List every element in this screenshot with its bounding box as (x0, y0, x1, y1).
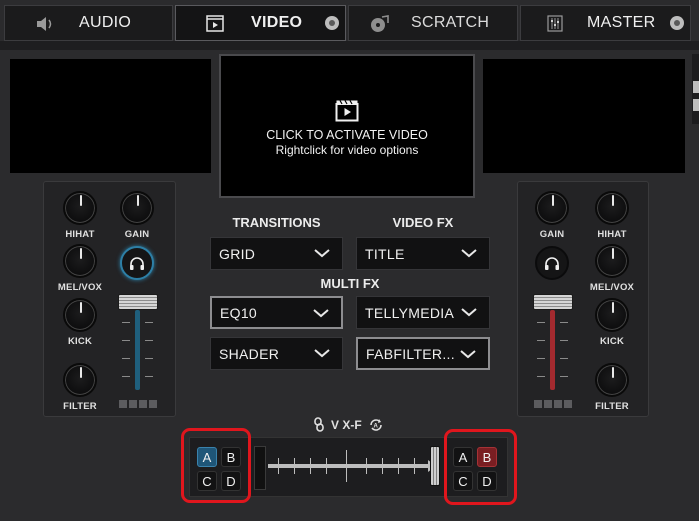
right-deck-c-button[interactable]: C (453, 471, 473, 491)
left-video-preview[interactable] (10, 59, 211, 173)
right-deck-d-button[interactable]: D (477, 471, 497, 491)
right-gain-label: GAIN (539, 229, 565, 240)
right-gain-knob[interactable] (535, 191, 569, 225)
left-gain-knob[interactable] (120, 191, 154, 225)
left-filter-label: FILTER (63, 401, 97, 412)
tab-scratch[interactable]: SCRATCH (348, 5, 518, 41)
right-deck-a-button[interactable]: A (453, 447, 473, 467)
multi-fx-left-2-dropdown[interactable]: SHADER (210, 337, 343, 370)
crossfader-handle[interactable] (430, 446, 440, 486)
left-vu-led (139, 400, 147, 408)
left-vu-led (129, 400, 137, 408)
headphones-icon (545, 256, 559, 270)
right-vu-led (544, 400, 552, 408)
tab-audio[interactable]: AUDIO (4, 5, 173, 41)
right-filter-label: FILTER (595, 401, 629, 412)
side-panel-button[interactable] (693, 81, 699, 93)
right-melvox-label: MEL/VOX (589, 282, 635, 293)
right-channel-strip: GAIN HIHAT MEL/VOX KICK FILTER (517, 181, 649, 417)
right-video-preview[interactable] (483, 59, 685, 173)
multi-fx-left-2-value: SHADER (219, 345, 280, 362)
video-fx-label: VIDEO FX (392, 215, 454, 230)
right-hihat-knob[interactable] (595, 191, 629, 225)
left-deck-d-button[interactable]: D (221, 471, 241, 491)
master-tab-indicator-icon[interactable] (670, 16, 684, 30)
right-volume-fader-handle[interactable] (533, 294, 573, 310)
multi-fx-left-1-dropdown[interactable]: EQ10 (210, 296, 343, 329)
right-headphone-cue-button[interactable] (535, 246, 569, 280)
left-vu-led (119, 400, 127, 408)
film-play-icon (335, 100, 359, 122)
headphones-icon (130, 256, 144, 270)
multi-fx-label: MULTI FX (320, 276, 380, 291)
left-deck-a-button[interactable]: A (197, 447, 217, 467)
film-play-icon (206, 15, 224, 32)
link-icon[interactable] (313, 417, 325, 432)
tab-master[interactable]: MASTER (520, 5, 691, 41)
transition-dropdown[interactable]: GRID (210, 237, 343, 270)
transitions-label: TRANSITIONS (232, 215, 321, 230)
right-deck-b-button[interactable]: B (477, 447, 497, 467)
left-kick-label: KICK (67, 336, 93, 347)
activate-video-text[interactable]: CLICK TO ACTIVATE VIDEO (220, 128, 474, 142)
speaker-icon (37, 17, 52, 31)
tab-audio-label: AUDIO (79, 14, 132, 31)
video-tab-indicator-icon[interactable] (325, 16, 339, 30)
left-gain-label: GAIN (124, 229, 150, 240)
multi-fx-right-2-value: FABFILTER... (366, 345, 455, 362)
transition-dropdown-value: GRID (219, 245, 256, 262)
left-volume-fader-handle[interactable] (118, 294, 158, 310)
right-volume-fader-track[interactable] (550, 310, 555, 390)
left-volume-fader-track[interactable] (135, 310, 140, 390)
right-kick-knob[interactable] (595, 298, 629, 332)
tab-scratch-label: SCRATCH (411, 14, 490, 31)
left-headphone-cue-button[interactable] (120, 246, 154, 280)
multi-fx-right-1-dropdown[interactable]: TELLYMEDIA (356, 296, 490, 329)
svg-text:A: A (374, 424, 379, 430)
left-deck-c-button[interactable]: C (197, 471, 217, 491)
left-kick-knob[interactable] (63, 298, 97, 332)
left-channel-strip: HIHAT GAIN MEL/VOX KICK FILTER (43, 181, 176, 417)
right-filter-knob[interactable] (595, 363, 629, 397)
left-deck-b-button[interactable]: B (221, 447, 241, 467)
tab-master-label: MASTER (587, 14, 656, 31)
crossfader-track[interactable] (268, 464, 432, 468)
left-hihat-knob[interactable] (63, 191, 97, 225)
tab-divider (0, 41, 699, 50)
video-options-hint: Rightclick for video options (275, 143, 419, 157)
right-hihat-label: HIHAT (597, 229, 627, 240)
chevron-down-icon (461, 308, 477, 317)
multi-fx-right-1-value: TELLYMEDIA (365, 304, 455, 321)
crossfader-left-end-cap (254, 446, 266, 490)
turntable-icon (371, 15, 389, 32)
main-video-preview[interactable] (219, 54, 475, 198)
left-melvox-knob[interactable] (63, 244, 97, 278)
mixer-icon (547, 15, 563, 32)
right-melvox-knob[interactable] (595, 244, 629, 278)
tab-video[interactable]: VIDEO (175, 5, 346, 41)
chevron-down-icon (314, 349, 330, 358)
left-filter-knob[interactable] (63, 363, 97, 397)
tab-video-label: VIDEO (251, 14, 303, 31)
video-fx-dropdown[interactable]: TITLE (356, 237, 490, 270)
right-vu-led (554, 400, 562, 408)
auto-crossfade-icon[interactable]: A (368, 417, 384, 433)
right-vu-led (534, 400, 542, 408)
side-panel-button[interactable] (693, 99, 699, 111)
chevron-down-icon (314, 249, 330, 258)
crossfader-label: V X-F (331, 418, 362, 432)
chevron-down-icon (460, 350, 476, 359)
left-vu-led (149, 400, 157, 408)
left-melvox-label: MEL/VOX (57, 282, 103, 293)
multi-fx-right-2-dropdown[interactable]: FABFILTER... (356, 337, 490, 370)
multi-fx-left-1-value: EQ10 (220, 304, 257, 321)
chevron-down-icon (461, 249, 477, 258)
video-fx-dropdown-value: TITLE (365, 245, 405, 262)
left-hihat-label: HIHAT (65, 229, 95, 240)
right-vu-led (564, 400, 572, 408)
right-kick-label: KICK (599, 336, 625, 347)
chevron-down-icon (313, 309, 329, 318)
